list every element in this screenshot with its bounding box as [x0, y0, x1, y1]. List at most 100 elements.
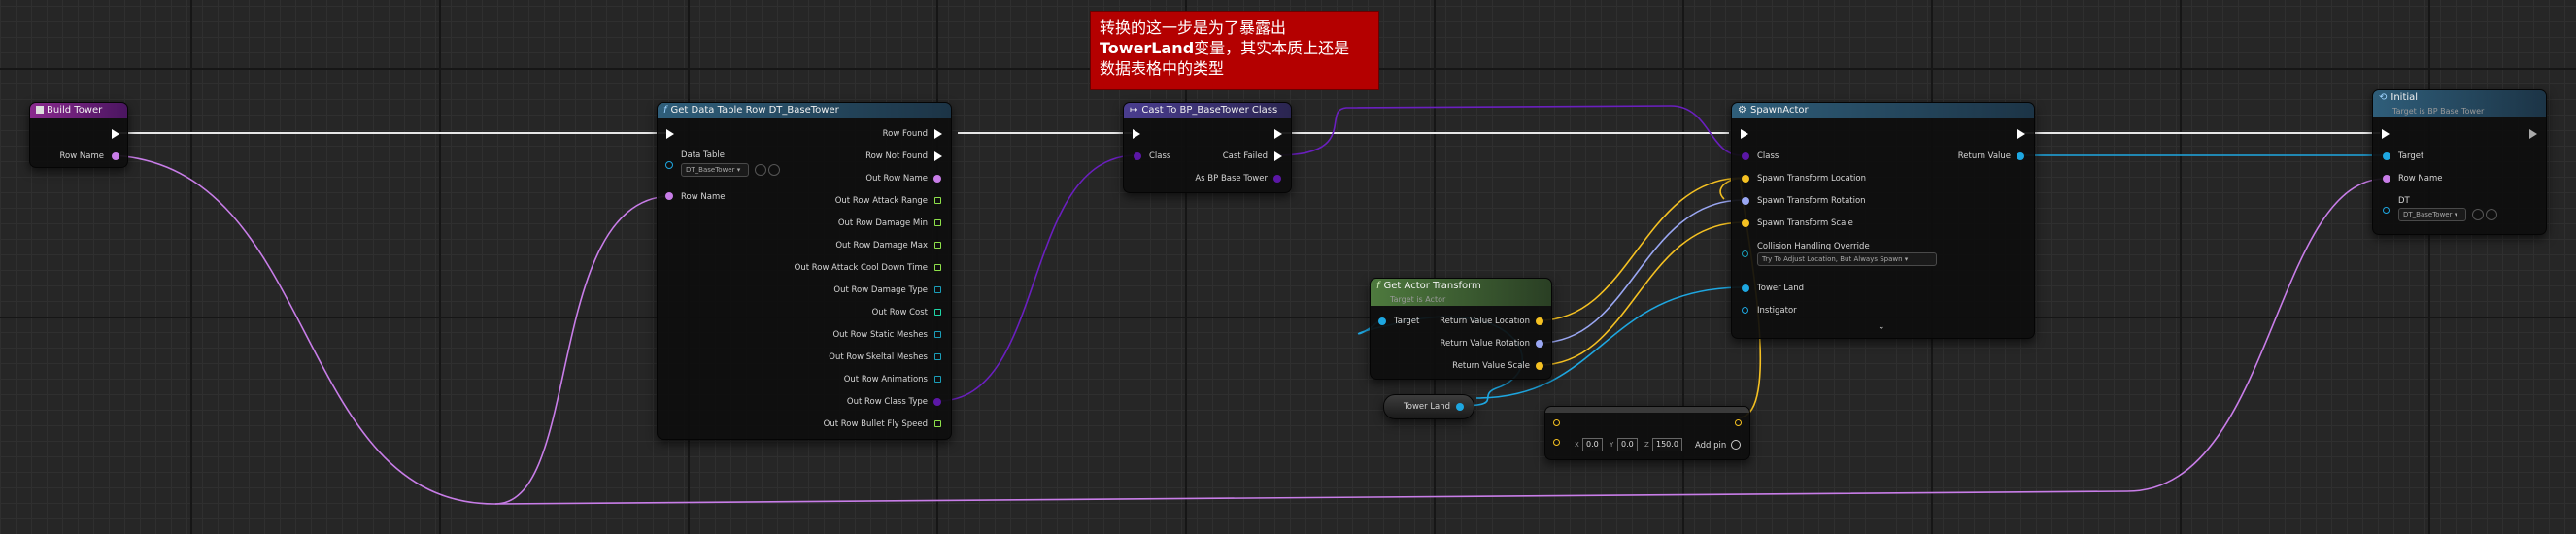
add-pin-icon[interactable] — [1731, 440, 1741, 450]
dropdown-value: DT_BaseTower — [686, 166, 735, 174]
row-name-in-pin[interactable] — [665, 192, 673, 200]
browse-icon[interactable] — [755, 164, 766, 176]
cast-failed-pin[interactable] — [1274, 151, 1282, 161]
row-name-in-pin[interactable] — [2383, 175, 2390, 183]
pin-label: Cast Failed — [1222, 151, 1268, 161]
output-pin-label: Out Row Damage Type — [833, 285, 928, 295]
data-table-label: Data Table — [681, 150, 725, 160]
vector-a-in-pin[interactable] — [1553, 419, 1560, 426]
class-in-pin[interactable] — [1134, 152, 1141, 160]
exec-in-pin[interactable] — [1133, 129, 1140, 139]
output-pin[interactable] — [934, 353, 941, 360]
z-label: Z — [1644, 441, 1649, 449]
output-pin[interactable] — [934, 197, 941, 204]
collision-dropdown[interactable]: Try To Adjust Location, But Always Spawn… — [1757, 252, 1937, 266]
data-table-dropdown[interactable]: DT_BaseTower ▾ — [681, 163, 749, 177]
exec-out-pin[interactable] — [2529, 129, 2537, 139]
target-in-pin[interactable] — [1378, 317, 1386, 325]
pin-label: Target — [2398, 151, 2424, 161]
output-pin[interactable] — [934, 420, 941, 427]
add-pin-label[interactable]: Add pin — [1695, 441, 1726, 451]
node-header-bar — [1545, 407, 1749, 413]
vector-add-node[interactable]: X 0.0 Y 0.0 Z 150.0 Add pin — [1544, 406, 1750, 460]
scale-in-pin[interactable] — [1742, 219, 1749, 227]
tower-land-variable-node[interactable]: Tower Land — [1383, 394, 1474, 419]
pin-label: Row Name — [2398, 174, 2443, 184]
pin-label: Spawn Transform Rotation — [1757, 196, 1866, 206]
pin-label: Class — [1757, 151, 1779, 161]
node-header: f Get Actor Transform Target is Actor — [1371, 279, 1551, 306]
node-subtitle: Target is Actor — [1390, 295, 1446, 304]
exec-out-pin[interactable] — [1274, 129, 1282, 139]
vector-b-in-pin[interactable] — [1553, 439, 1560, 446]
vector-wire — [1539, 177, 1745, 321]
data-table-pin[interactable] — [665, 161, 673, 169]
output-pin[interactable] — [934, 309, 941, 316]
tower-land-in-pin[interactable] — [1742, 284, 1749, 292]
return-out-pin[interactable] — [2017, 152, 2024, 160]
output-pin[interactable] — [934, 242, 941, 249]
get-actor-transform-node[interactable]: f Get Actor Transform Target is Actor Tar… — [1370, 278, 1552, 380]
instigator-in-pin[interactable] — [1742, 307, 1748, 314]
exec-in-pin[interactable] — [666, 129, 674, 139]
y-input[interactable]: 0.0 — [1617, 438, 1638, 451]
spawn-actor-node[interactable]: ⚙ SpawnActor Class Return Value Spawn Tra… — [1731, 102, 2035, 339]
pin-label: Return Value Scale — [1452, 361, 1530, 371]
target-in-pin[interactable] — [2383, 152, 2390, 160]
output-pin-label: Row Not Found — [865, 151, 928, 161]
class-in-pin[interactable] — [1742, 152, 1749, 160]
get-data-table-row-node[interactable]: f Get Data Table Row DT_BaseTower Data Ta… — [657, 102, 952, 440]
output-pin[interactable] — [934, 376, 941, 383]
name-out-pin[interactable] — [112, 152, 119, 160]
dropdown-value: DT_BaseTower — [2403, 211, 2453, 218]
output-pin-label: Out Row Attack Range — [834, 196, 928, 206]
output-pin[interactable] — [933, 398, 941, 406]
collision-in-pin[interactable] — [1742, 250, 1748, 257]
exec-in-pin[interactable] — [2382, 129, 2390, 139]
loc-out-pin[interactable] — [1536, 317, 1543, 325]
output-pin[interactable] — [934, 331, 941, 338]
name-wire — [111, 154, 671, 505]
location-in-pin[interactable] — [1742, 175, 1749, 183]
output-pin-label: Out Row Damage Min — [837, 218, 928, 228]
output-pin[interactable] — [934, 219, 941, 226]
output-pin[interactable] — [933, 175, 941, 183]
dt-dropdown[interactable]: DT_BaseTower ▾ — [2398, 208, 2466, 221]
output-pin[interactable] — [934, 286, 941, 293]
z-input[interactable]: 150.0 — [1652, 438, 1682, 451]
initial-node[interactable]: ⟲ Initial Target is BP Base Tower Target … — [2372, 89, 2547, 235]
pin-label: Target — [1394, 317, 1420, 326]
x-input[interactable]: 0.0 — [1582, 438, 1603, 451]
output-pin[interactable] — [934, 151, 942, 161]
as-out-pin[interactable] — [1273, 175, 1281, 183]
rot-out-pin[interactable] — [1536, 340, 1543, 348]
dropdown-value: Try To Adjust Location, But Always Spawn — [1762, 255, 1903, 263]
output-pin[interactable] — [934, 264, 941, 271]
tower-land-out-pin[interactable] — [1456, 403, 1464, 411]
pin-label: Tower Land — [1757, 284, 1805, 293]
build-tower-node[interactable]: Build Tower Row Name — [29, 102, 128, 168]
exec-in-pin[interactable] — [1741, 129, 1748, 139]
x-label: X — [1575, 441, 1579, 449]
output-pin-label: Out Row Static Meshes — [832, 330, 928, 340]
pin-label: Return Value Location — [1440, 317, 1530, 326]
expand-chevron-icon[interactable]: ⌄ — [1878, 322, 1885, 332]
node-header: f Get Data Table Row DT_BaseTower — [658, 103, 951, 118]
rotation-in-pin[interactable] — [1742, 197, 1749, 205]
function-icon — [36, 106, 44, 114]
comment-box[interactable]: 转换的这一步是为了暴露出 TowerLand变量，其实本质上还是 数据表格中的类… — [1090, 11, 1379, 90]
cast-node[interactable]: ↦ Cast To BP_BaseTower Class Class Cast F… — [1123, 102, 1292, 193]
search-icon[interactable] — [2486, 209, 2497, 220]
pin-label: As BP Base Tower — [1195, 174, 1268, 184]
output-pin[interactable] — [934, 129, 942, 139]
browse-icon[interactable] — [2472, 209, 2484, 220]
scale-out-pin[interactable] — [1536, 362, 1543, 370]
variable-label: Tower Land — [1404, 402, 1451, 412]
dt-in-pin[interactable] — [2383, 207, 2390, 214]
exec-out-pin[interactable] — [2017, 129, 2025, 139]
search-icon[interactable] — [768, 164, 780, 176]
vector-out-pin[interactable] — [1735, 419, 1742, 426]
class-wire — [937, 154, 1137, 402]
exec-out-pin[interactable] — [112, 129, 119, 139]
node-title: Cast To BP_BaseTower Class — [1141, 105, 1278, 116]
